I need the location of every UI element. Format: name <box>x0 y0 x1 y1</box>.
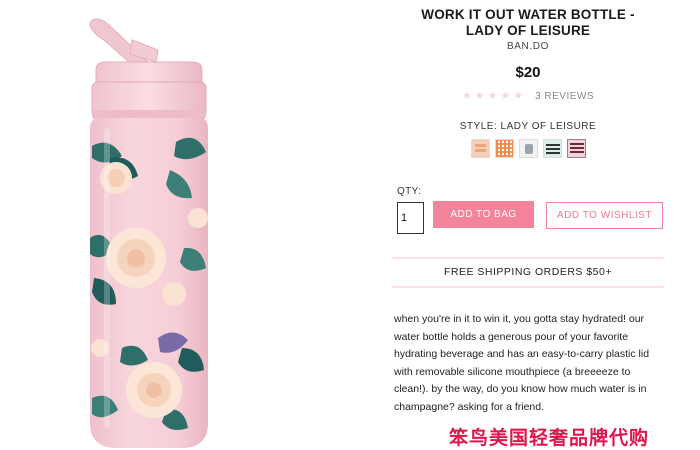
reviews-link[interactable]: 3 REVIEWS <box>535 91 594 102</box>
product-title-line-2: LADY OF LEISURE <box>465 23 591 38</box>
product-description: when you're in it to win it, you gotta s… <box>394 313 650 413</box>
style-swatch-1[interactable] <box>470 139 490 158</box>
product-page: WORK IT OUT WATER BOTTLE - LADY OF LEISU… <box>0 0 700 450</box>
add-to-bag-button[interactable]: ADD TO BAG <box>433 201 534 228</box>
style-label: STYLE: LADY OF LEISURE <box>459 121 597 132</box>
product-price: $20 <box>515 64 541 81</box>
style-swatch-4[interactable] <box>542 139 562 158</box>
product-image[interactable] <box>70 18 230 450</box>
star-rating-icon: ★★★★★ <box>461 90 527 102</box>
style-swatch-3[interactable] <box>518 139 538 158</box>
add-to-wishlist-button[interactable]: ADD TO WISHLIST <box>546 202 663 229</box>
water-bottle-image <box>89 18 208 448</box>
style-swatches <box>392 139 664 158</box>
brand-link[interactable]: BAN.DO <box>392 41 664 52</box>
style-swatch-5[interactable] <box>566 139 586 158</box>
rating-row: ★★★★★ 3 REVIEWS <box>392 89 664 102</box>
product-title-line-1: WORK IT OUT WATER BOTTLE - <box>421 7 635 22</box>
product-details: WORK IT OUT WATER BOTTLE - LADY OF LEISU… <box>392 0 664 450</box>
quantity-input[interactable] <box>397 202 424 234</box>
watermark-text: 笨鸟美国轻奢品牌代购 <box>449 427 650 449</box>
style-swatch-2[interactable] <box>494 139 514 158</box>
free-shipping-banner: FREE SHIPPING ORDERS $50+ <box>392 257 664 288</box>
product-title: WORK IT OUT WATER BOTTLE - LADY OF LEISU… <box>392 7 664 39</box>
quantity-label: QTY: <box>397 186 422 197</box>
